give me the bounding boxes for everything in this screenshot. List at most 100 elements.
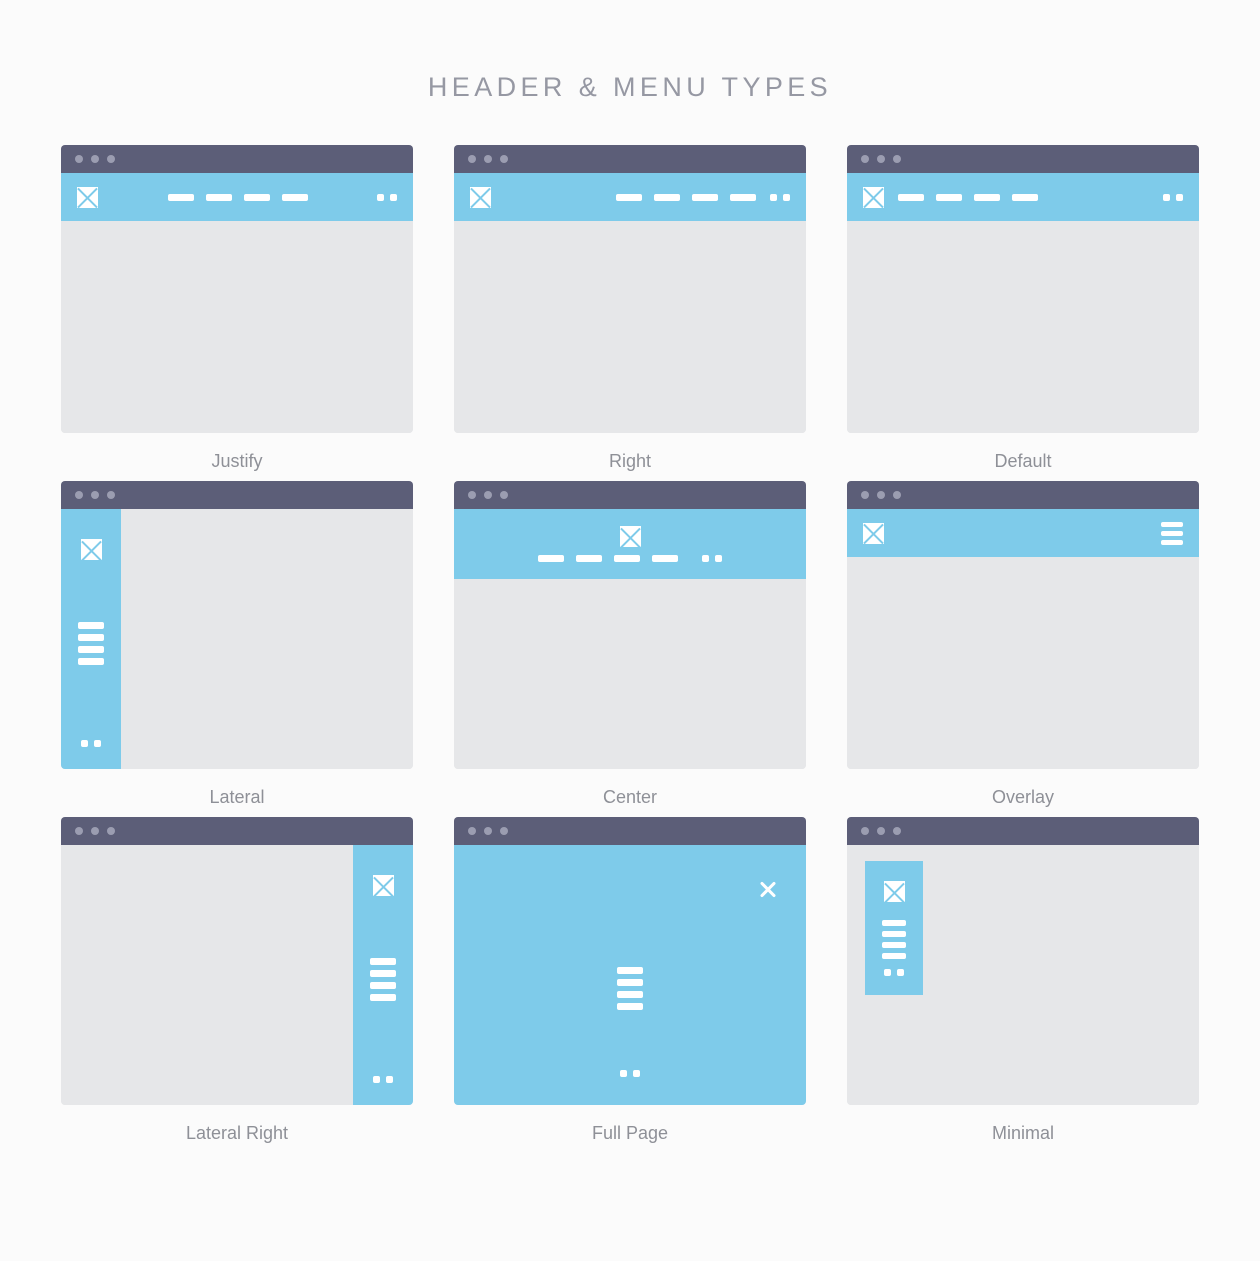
utility-icon[interactable] bbox=[884, 969, 891, 976]
nav-item[interactable] bbox=[617, 979, 643, 986]
nav-item[interactable] bbox=[882, 920, 906, 926]
header-utility-icons bbox=[770, 193, 790, 201]
hamburger-menu-icon[interactable] bbox=[1161, 521, 1183, 545]
nav-item[interactable] bbox=[370, 958, 396, 965]
image-placeholder-icon[interactable] bbox=[470, 186, 491, 208]
window-dot-maximize-icon[interactable] bbox=[893, 827, 901, 835]
utility-icon[interactable] bbox=[81, 740, 88, 747]
window-titlebar bbox=[61, 817, 413, 845]
window-dot-minimize-icon[interactable] bbox=[484, 155, 492, 163]
utility-icon[interactable] bbox=[633, 1070, 640, 1077]
image-placeholder-icon[interactable] bbox=[372, 875, 394, 896]
nav-item[interactable] bbox=[652, 555, 678, 562]
window-dot-close-icon[interactable] bbox=[861, 155, 869, 163]
window-dot-close-icon[interactable] bbox=[468, 827, 476, 835]
window-dot-maximize-icon[interactable] bbox=[500, 827, 508, 835]
window-dot-minimize-icon[interactable] bbox=[877, 155, 885, 163]
header-utility-icons bbox=[377, 193, 397, 201]
header-utility-icons bbox=[702, 555, 722, 562]
nav-item[interactable] bbox=[882, 942, 906, 948]
nav-item[interactable] bbox=[617, 991, 643, 998]
image-placeholder-icon[interactable] bbox=[863, 522, 884, 544]
window-dot-maximize-icon[interactable] bbox=[107, 827, 115, 835]
nav-item[interactable] bbox=[370, 970, 396, 977]
window-dot-maximize-icon[interactable] bbox=[893, 491, 901, 499]
mockup-caption: Lateral Right bbox=[185, 1123, 289, 1143]
window-dot-minimize-icon[interactable] bbox=[484, 827, 492, 835]
nav-item[interactable] bbox=[614, 555, 640, 562]
window-dot-close-icon[interactable] bbox=[468, 155, 476, 163]
window-dot-maximize-icon[interactable] bbox=[107, 155, 115, 163]
nav-item[interactable] bbox=[78, 634, 104, 641]
window-titlebar bbox=[454, 817, 806, 845]
window-dot-minimize-icon[interactable] bbox=[91, 827, 99, 835]
nav-menu bbox=[882, 920, 906, 959]
nav-item[interactable] bbox=[78, 658, 104, 665]
window-dot-maximize-icon[interactable] bbox=[500, 155, 508, 163]
utility-icon[interactable] bbox=[702, 555, 709, 562]
image-placeholder-icon[interactable] bbox=[619, 526, 641, 547]
window-titlebar bbox=[454, 145, 806, 173]
window-dot-minimize-icon[interactable] bbox=[91, 491, 99, 499]
window-titlebar bbox=[847, 481, 1199, 509]
image-placeholder-icon[interactable] bbox=[77, 186, 98, 208]
nav-item[interactable] bbox=[974, 193, 1000, 201]
utility-icon[interactable] bbox=[715, 555, 722, 562]
nav-item[interactable] bbox=[78, 622, 104, 629]
close-x-icon[interactable] bbox=[758, 879, 778, 899]
nav-item[interactable] bbox=[78, 646, 104, 653]
nav-item[interactable] bbox=[538, 555, 564, 562]
image-placeholder-icon[interactable] bbox=[80, 539, 102, 560]
utility-icon[interactable] bbox=[1163, 193, 1170, 201]
nav-menu bbox=[167, 193, 308, 201]
window-dot-maximize-icon[interactable] bbox=[893, 155, 901, 163]
utility-icon[interactable] bbox=[620, 1070, 627, 1077]
mockup-caption: Center bbox=[602, 787, 658, 807]
window-dot-minimize-icon[interactable] bbox=[484, 491, 492, 499]
utility-icon[interactable] bbox=[377, 193, 384, 201]
nav-item[interactable] bbox=[616, 193, 642, 201]
window-dot-close-icon[interactable] bbox=[861, 491, 869, 499]
nav-item[interactable] bbox=[882, 953, 906, 959]
window-dot-close-icon[interactable] bbox=[861, 827, 869, 835]
nav-item[interactable] bbox=[576, 555, 602, 562]
window-dot-close-icon[interactable] bbox=[75, 827, 83, 835]
utility-icon[interactable] bbox=[94, 740, 101, 747]
nav-item[interactable] bbox=[167, 193, 194, 201]
utility-icon[interactable] bbox=[897, 969, 904, 976]
utility-icon[interactable] bbox=[770, 193, 777, 201]
mockup-card-justify: Justify bbox=[61, 145, 413, 472]
window-dot-close-icon[interactable] bbox=[468, 491, 476, 499]
utility-icon[interactable] bbox=[386, 1076, 393, 1083]
nav-item[interactable] bbox=[370, 982, 396, 989]
window-dot-minimize-icon[interactable] bbox=[91, 155, 99, 163]
nav-item[interactable] bbox=[205, 193, 232, 201]
browser-mockup-right bbox=[454, 145, 806, 433]
nav-item[interactable] bbox=[617, 967, 643, 974]
mockup-caption: Right bbox=[608, 451, 652, 471]
nav-item[interactable] bbox=[281, 193, 308, 201]
utility-icon[interactable] bbox=[1176, 193, 1183, 201]
utility-icon[interactable] bbox=[783, 193, 790, 201]
nav-item[interactable] bbox=[882, 931, 906, 937]
window-dot-maximize-icon[interactable] bbox=[500, 491, 508, 499]
nav-item[interactable] bbox=[730, 193, 756, 201]
window-dot-close-icon[interactable] bbox=[75, 155, 83, 163]
nav-item[interactable] bbox=[898, 193, 924, 201]
nav-item[interactable] bbox=[243, 193, 270, 201]
nav-item[interactable] bbox=[936, 193, 962, 201]
window-dot-maximize-icon[interactable] bbox=[107, 491, 115, 499]
nav-item[interactable] bbox=[654, 193, 680, 201]
window-dot-close-icon[interactable] bbox=[75, 491, 83, 499]
image-placeholder-icon[interactable] bbox=[883, 881, 905, 902]
image-placeholder-icon[interactable] bbox=[863, 186, 884, 208]
window-dot-minimize-icon[interactable] bbox=[877, 491, 885, 499]
window-dot-minimize-icon[interactable] bbox=[877, 827, 885, 835]
nav-item[interactable] bbox=[1012, 193, 1038, 201]
nav-item[interactable] bbox=[617, 1003, 643, 1010]
nav-item[interactable] bbox=[692, 193, 718, 201]
nav-item[interactable] bbox=[370, 994, 396, 1001]
mockup-card-lateral-right: Lateral Right bbox=[61, 817, 413, 1144]
utility-icon[interactable] bbox=[373, 1076, 380, 1083]
utility-icon[interactable] bbox=[390, 193, 397, 201]
